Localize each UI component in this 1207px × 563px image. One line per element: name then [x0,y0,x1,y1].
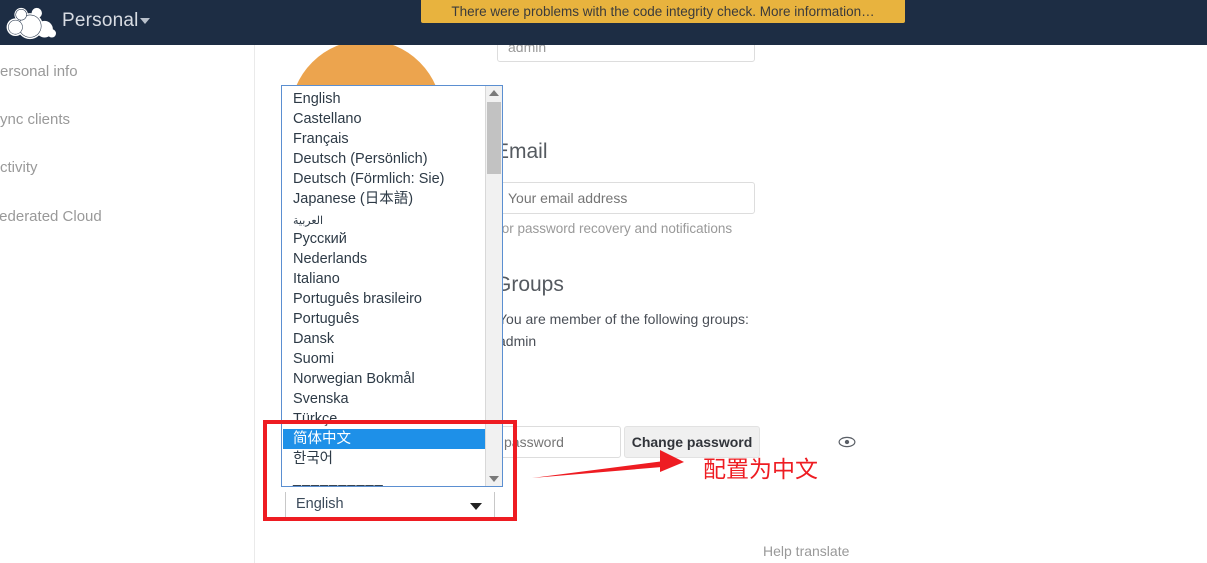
language-option[interactable]: Português brasileiro [293,289,422,309]
arrow-left-annotation-icon [532,450,684,478]
language-options-viewport: English Castellano Français Deutsch (Per… [282,86,487,486]
language-option[interactable]: Português [293,309,359,329]
email-input[interactable] [497,182,755,214]
language-option[interactable]: Suomi [293,349,334,369]
language-option[interactable]: Русский [293,229,347,249]
language-dropdown-list[interactable]: English Castellano Français Deutsch (Per… [281,85,503,487]
sidebar-item-label: Sync clients [0,111,71,128]
sidebar-item-federated-cloud[interactable]: Federated Cloud [0,208,240,225]
language-option[interactable]: Türkçe [293,409,337,429]
triangle-up-icon[interactable] [489,90,499,96]
chevron-down-icon [470,503,482,510]
sidebar-item-personal-info[interactable]: Personal info [0,63,240,80]
groups-description: You are member of the following groups: [498,311,749,327]
app-title[interactable]: Personal [62,10,139,32]
help-translate-link[interactable]: Help translate [763,543,849,559]
owncloud-logo-icon[interactable] [4,4,56,42]
scrollbar-thumb[interactable] [487,102,501,174]
annotation-text: 配置为中文 [703,456,818,482]
language-option-selected[interactable]: 简体中文 [283,429,487,449]
language-option-separator[interactable]: __________ [293,469,384,486]
groups-label: Groups [495,273,564,296]
dropdown-scrollbar[interactable] [485,86,502,486]
language-option[interactable]: Norwegian Bokmål [293,369,415,389]
language-option[interactable]: 한국어 [293,449,333,469]
language-option[interactable]: Dansk [293,329,334,349]
code-integrity-warning-banner[interactable]: There were problems with the code integr… [421,0,905,23]
chevron-down-icon[interactable] [140,18,150,24]
eye-icon[interactable] [838,433,856,451]
language-option[interactable]: Castellano [293,109,362,129]
groups-members: admin [498,333,537,349]
language-option[interactable]: Japanese (日本語) [293,189,413,209]
email-hint: for password recovery and notifications [498,221,733,236]
language-option[interactable]: Svenska [293,389,349,409]
language-option[interactable]: Italiano [293,269,340,289]
triangle-down-icon[interactable] [489,476,499,482]
language-option[interactable]: العربية [293,211,323,231]
language-select-value: English [296,496,344,512]
sidebar-item-label: Federated Cloud [0,208,102,225]
sidebar-item-label: Activity [0,159,38,176]
settings-sidebar: Personal info Sync clients Activity Fede… [0,45,255,563]
sidebar-item-activity[interactable]: Activity [0,159,240,176]
language-option[interactable]: Français [293,129,349,149]
language-option[interactable]: English [293,89,341,109]
language-option[interactable]: Deutsch (Förmlich: Sie) [293,169,444,189]
sidebar-item-sync-clients[interactable]: Sync clients [0,111,240,128]
language-option[interactable]: Nederlands [293,249,367,269]
sidebar-item-label: Personal info [0,63,78,80]
language-select[interactable]: English [285,492,495,518]
language-option[interactable]: Deutsch (Persönlich) [293,149,428,169]
